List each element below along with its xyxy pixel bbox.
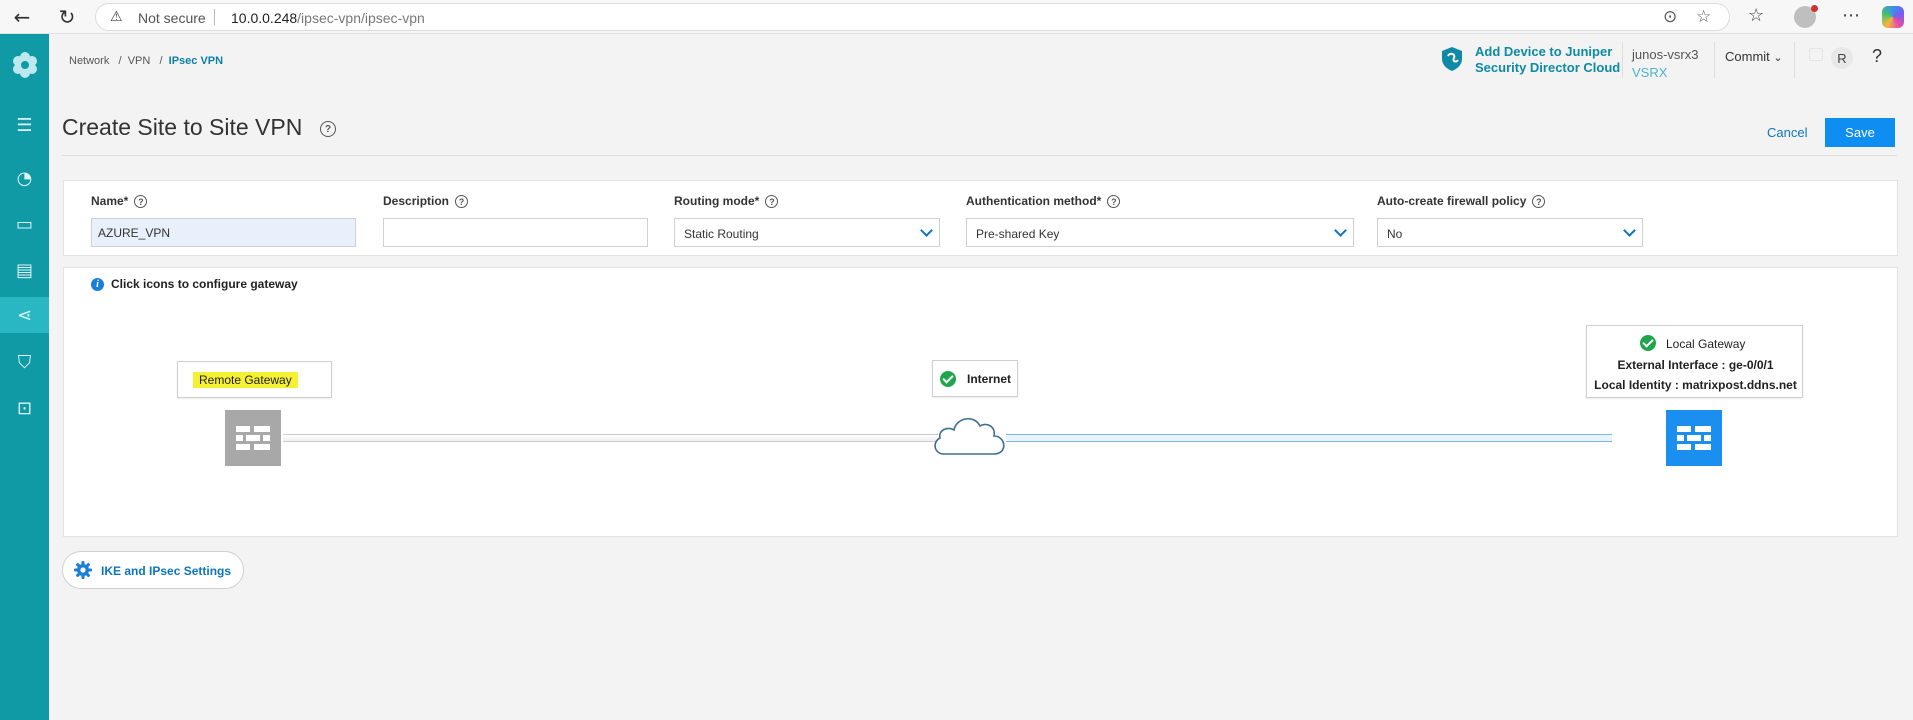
- remote-gateway-label: Remote Gateway: [193, 372, 298, 388]
- chevron-down-icon: [920, 224, 933, 237]
- title-divider: [62, 155, 1897, 156]
- breadcrumb: Network / VPN / IPsec VPN: [69, 55, 224, 67]
- auth-method-select[interactable]: Pre-shared Key: [966, 218, 1354, 247]
- juniper-text-line2: Security Director Cloud: [1475, 60, 1621, 75]
- url-path: /ipsec-vpn/ipsec-vpn: [297, 10, 425, 26]
- title-help-icon[interactable]: ?: [320, 121, 336, 137]
- breadcrumb-network[interactable]: Network: [69, 55, 109, 67]
- browser-toolbar: ← ↻ ⚠ Not secure 10.0.0.248/ipsec-vpn/ip…: [0, 0, 1913, 34]
- commit-label: Commit: [1725, 49, 1770, 64]
- local-external-interface: External Interface : ge-0/0/1: [1617, 358, 1774, 372]
- breadcrumb-vpn[interactable]: VPN: [128, 55, 151, 67]
- help-icon[interactable]: ?: [765, 195, 779, 209]
- app-logo-icon: [13, 52, 37, 78]
- device-name: junos-vsrx3: [1632, 47, 1699, 62]
- vpn-form-card: Name*? Description? Routing mode*? Stati…: [63, 180, 1898, 256]
- monitor-icon[interactable]: ▭: [0, 206, 49, 242]
- device-selector[interactable]: junos-vsrx3 VSRX: [1632, 46, 1698, 82]
- ike-ipsec-settings-button[interactable]: IKE and IPsec Settings: [62, 551, 244, 589]
- menu-icon[interactable]: ☰: [0, 107, 49, 143]
- firewall-policy-label: Auto-create firewall policy?: [1377, 194, 1546, 209]
- warning-icon: ⚠: [110, 9, 123, 25]
- info-icon: i: [91, 278, 104, 291]
- check-circle-icon: [1640, 335, 1656, 351]
- internet-label: Internet: [967, 372, 1012, 386]
- ike-ipsec-settings-label: IKE and IPsec Settings: [101, 564, 232, 578]
- internet-cloud-icon[interactable]: [930, 410, 1010, 460]
- add-device-link[interactable]: Add Device to Juniper Security Director …: [1440, 42, 1630, 82]
- help-icon[interactable]: ?: [1872, 46, 1882, 67]
- internet-box[interactable]: Internet: [932, 360, 1018, 397]
- description-input[interactable]: [383, 218, 648, 247]
- security-status: Not secure: [138, 10, 206, 26]
- help-icon[interactable]: ?: [1107, 195, 1121, 209]
- help-icon[interactable]: ?: [455, 195, 469, 209]
- gear-icon: [74, 561, 92, 579]
- device-type: VSRX: [1632, 65, 1668, 80]
- firewall-policy-select[interactable]: No: [1377, 218, 1643, 247]
- local-firewall-icon[interactable]: [1666, 410, 1722, 466]
- name-label: Name*?: [91, 194, 148, 209]
- network-share-icon[interactable]: ⋖: [0, 297, 49, 333]
- messages-icon[interactable]: [1809, 48, 1823, 61]
- local-tunnel-link: [1006, 434, 1612, 442]
- vpn-topology-card: i Click icons to configure gateway Remot…: [63, 267, 1898, 537]
- remote-tunnel-link: [283, 434, 938, 442]
- breadcrumb-ipsec-vpn: IPsec VPN: [168, 55, 224, 67]
- favorite-star-icon[interactable]: ☆: [1696, 7, 1711, 27]
- local-gateway-box[interactable]: Local Gateway External Interface : ge-0/…: [1586, 325, 1803, 398]
- url-host: 10.0.0.248: [231, 10, 298, 26]
- dashboard-icon[interactable]: ◔: [0, 160, 49, 196]
- reload-icon[interactable]: ↻: [55, 5, 79, 29]
- auth-method-label: Authentication method*?: [966, 194, 1121, 209]
- routing-mode-label: Routing mode*?: [674, 194, 779, 209]
- juniper-shield-icon: [1442, 47, 1462, 71]
- cancel-button[interactable]: Cancel: [1767, 125, 1807, 140]
- address-bar[interactable]: ⚠ Not secure 10.0.0.248/ipsec-vpn/ipsec-…: [95, 3, 1730, 31]
- page-title: Create Site to Site VPN: [62, 114, 303, 140]
- commit-menu[interactable]: Commit ⌄: [1725, 49, 1783, 64]
- remote-gateway-box[interactable]: Remote Gateway: [177, 361, 332, 398]
- security-shield-icon[interactable]: ⛉: [0, 344, 49, 380]
- check-circle-icon: [940, 371, 956, 387]
- remote-firewall-icon[interactable]: [225, 410, 281, 466]
- chevron-down-icon: [1334, 224, 1347, 237]
- lock-icon[interactable]: ⊡: [0, 390, 49, 426]
- name-input[interactable]: [91, 218, 356, 247]
- topology-instructions: Click icons to configure gateway: [111, 277, 298, 291]
- back-arrow-icon[interactable]: ←: [10, 5, 34, 29]
- address-separator: [214, 9, 215, 25]
- routing-mode-select[interactable]: Static Routing: [674, 218, 940, 247]
- help-icon[interactable]: ?: [1532, 195, 1546, 209]
- user-avatar[interactable]: R: [1831, 47, 1853, 69]
- description-label: Description?: [383, 194, 469, 209]
- url-text[interactable]: 10.0.0.248/ipsec-vpn/ipsec-vpn: [231, 10, 425, 26]
- header-divider: [1714, 42, 1715, 78]
- juniper-text-line1: Add Device to Juniper: [1475, 44, 1613, 59]
- left-rail: ☰ ◔ ▭ ▤ ⋖ ⛉ ⊡: [0, 34, 49, 720]
- header-divider: [1622, 42, 1623, 78]
- reading-mode-icon[interactable]: ⊙: [1663, 7, 1677, 27]
- local-identity: Local Identity : matrixpost.ddns.net: [1594, 378, 1797, 392]
- local-gateway-title: Local Gateway: [1666, 337, 1746, 351]
- chevron-down-icon: ⌄: [1773, 51, 1783, 64]
- devices-icon[interactable]: ▤: [0, 252, 49, 288]
- more-menu-icon[interactable]: ⋯: [1842, 5, 1860, 26]
- save-button[interactable]: Save: [1825, 118, 1895, 147]
- chevron-down-icon: [1623, 224, 1636, 237]
- favorites-icon[interactable]: ☆: [1748, 5, 1764, 26]
- header-divider: [1794, 42, 1795, 78]
- profile-notification-dot: [1811, 5, 1818, 12]
- help-icon[interactable]: ?: [134, 195, 148, 209]
- copilot-icon[interactable]: [1882, 6, 1904, 28]
